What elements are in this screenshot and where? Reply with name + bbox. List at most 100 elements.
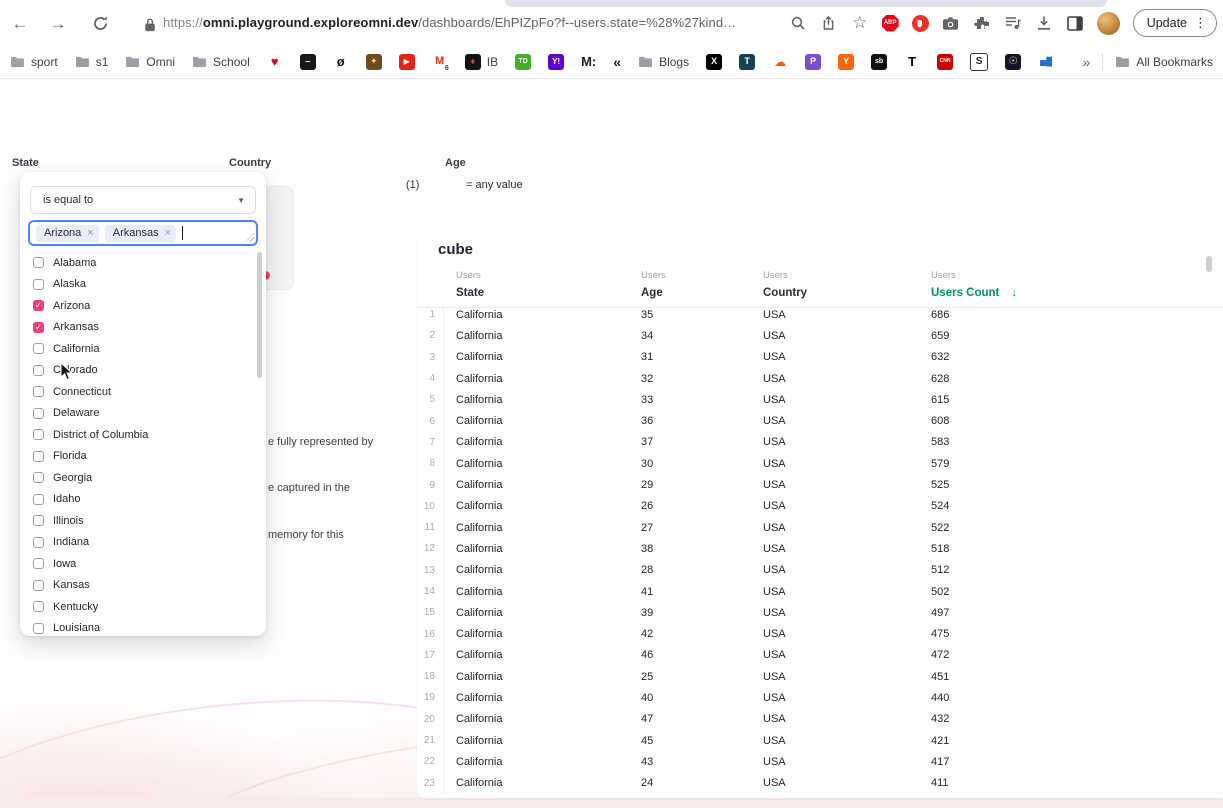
state-option-idaho[interactable]: Idaho <box>20 489 266 511</box>
planet-icon[interactable]: ☉ <box>1005 53 1022 70</box>
forward-icon[interactable]: → <box>48 13 68 33</box>
checkbox-unchecked[interactable] <box>33 364 44 376</box>
download-icon[interactable] <box>1035 14 1053 32</box>
filter-chip-arkansas[interactable]: Arkansas × <box>104 224 177 242</box>
age-filter-value[interactable]: = any value <box>466 179 523 191</box>
dark-site-icon[interactable]: – <box>299 53 316 70</box>
bookmark-folder-omni[interactable]: Omni <box>125 55 175 69</box>
bookmark-folder-school[interactable]: School <box>192 55 250 69</box>
soundcloud-icon[interactable]: ☁ <box>772 54 788 70</box>
vertical-scrollbar-thumb[interactable] <box>1206 256 1212 272</box>
adblock-plus-icon[interactable]: ABP <box>881 14 899 32</box>
checkbox-unchecked[interactable] <box>33 579 44 591</box>
peloton-icon[interactable]: ø <box>333 54 349 70</box>
playlist-icon[interactable] <box>1004 14 1022 32</box>
cnn-icon[interactable]: CNN <box>937 53 954 70</box>
state-option-florida[interactable]: Florida <box>20 446 266 468</box>
state-option-alabama[interactable]: Alabama <box>20 252 266 274</box>
p-gradient-icon[interactable]: P <box>805 53 822 70</box>
gmail-icon[interactable]: M6 <box>432 54 449 72</box>
filter-chip-arizona[interactable]: Arizona × <box>36 224 99 242</box>
checkbox-unchecked[interactable] <box>33 429 44 441</box>
state-option-colorado[interactable]: Colorado <box>20 360 266 382</box>
chip-remove-icon[interactable]: × <box>87 227 93 239</box>
operator-select[interactable]: is equal to ▼ <box>30 186 256 214</box>
state-option-connecticut[interactable]: Connecticut <box>20 381 266 403</box>
browser-menu-icon[interactable]: ⋮ <box>1194 15 1207 31</box>
checkbox-unchecked[interactable] <box>33 622 44 634</box>
checkbox-unchecked[interactable] <box>33 386 44 398</box>
state-option-district-of-columbia[interactable]: District of Columbia <box>20 424 266 446</box>
state-option-illinois[interactable]: Illinois <box>20 510 266 532</box>
lock-icon[interactable] <box>140 14 160 34</box>
state-values-input[interactable]: Arizona × Arkansas × <box>28 220 258 246</box>
youtube-icon[interactable]: ▶ <box>398 53 415 70</box>
checkbox-unchecked[interactable] <box>33 278 44 290</box>
td-icon[interactable]: TD <box>515 53 532 70</box>
hand-stop-icon[interactable] <box>911 14 929 32</box>
state-option-louisiana[interactable]: Louisiana <box>20 618 266 637</box>
split-view-icon[interactable] <box>1066 14 1084 32</box>
state-option-california[interactable]: California <box>20 338 266 360</box>
update-button[interactable]: Update ⋮ <box>1132 9 1217 37</box>
x-twitter-icon[interactable]: X <box>706 53 723 70</box>
state-option-kentucky[interactable]: Kentucky <box>20 596 266 618</box>
checkbox-unchecked[interactable] <box>33 515 44 527</box>
column-header-state[interactable]: Users State <box>444 270 629 301</box>
list-scrollbar-thumb[interactable] <box>257 252 262 378</box>
chevrons-left-icon[interactable]: « <box>613 54 621 70</box>
resize-handle[interactable] <box>245 233 254 242</box>
bookmarks-overflow-chevron[interactable]: » <box>1083 54 1091 70</box>
checkbox-checked[interactable]: ✓ <box>33 321 44 333</box>
checkbox-unchecked[interactable] <box>33 407 44 419</box>
reload-icon[interactable] <box>90 13 110 33</box>
all-bookmarks[interactable]: All Bookmarks <box>1115 55 1213 69</box>
bookmark-folder-sport[interactable]: sport <box>10 55 58 69</box>
substack-icon[interactable]: S <box>970 52 989 71</box>
address-bar[interactable]: https://omni.playground.exploreomni.dev/… <box>163 15 736 30</box>
state-option-georgia[interactable]: Georgia <box>20 467 266 489</box>
state-option-alaska[interactable]: Alaska <box>20 274 266 296</box>
state-option-indiana[interactable]: Indiana <box>20 532 266 554</box>
crest-icon[interactable]: ✦ <box>365 53 382 70</box>
state-option-delaware[interactable]: Delaware <box>20 403 266 425</box>
state-option-iowa[interactable]: Iowa <box>20 553 266 575</box>
extensions-puzzle-icon[interactable] <box>973 14 991 32</box>
ib-flame-icon[interactable]: ♦ IB <box>464 53 498 70</box>
checkbox-unchecked[interactable] <box>33 472 44 484</box>
column-header-country[interactable]: Users Country <box>751 270 919 301</box>
checkbox-checked[interactable]: ✓ <box>33 300 44 312</box>
hackernews-icon[interactable]: Y <box>838 53 855 70</box>
iheartradio-icon[interactable]: ♥ <box>267 54 283 70</box>
zoom-search-icon[interactable] <box>789 14 807 32</box>
bookmark-folder-blogs[interactable]: Blogs <box>638 55 689 69</box>
browser-toolbar: ← → https://omni.playground.exploreomni.… <box>0 0 1223 45</box>
checkbox-unchecked[interactable] <box>33 558 44 570</box>
teal-t-icon[interactable]: T <box>739 53 756 70</box>
m-colon-bookmark[interactable]: M: <box>581 54 596 69</box>
checkbox-unchecked[interactable] <box>33 343 44 355</box>
chart-bars-icon[interactable]: ▅█ <box>1038 54 1054 70</box>
checkbox-unchecked[interactable] <box>33 493 44 505</box>
state-option-arizona[interactable]: ✓ Arizona <box>20 295 266 317</box>
camera-icon[interactable] <box>942 14 960 32</box>
checkbox-unchecked[interactable] <box>33 257 44 269</box>
browser-profile-avatar[interactable] <box>1096 11 1120 35</box>
column-header-age[interactable]: Users Age <box>629 270 751 301</box>
back-icon[interactable]: ← <box>10 13 30 33</box>
sb-icon[interactable]: sb <box>871 53 888 70</box>
sort-desc-icon[interactable]: ↓ <box>1011 287 1017 299</box>
bookmark-folder-s1[interactable]: s1 <box>75 55 108 69</box>
yahoo-icon[interactable]: Y! <box>548 53 565 70</box>
checkbox-unchecked[interactable] <box>33 450 44 462</box>
row-number: 20 <box>417 708 444 730</box>
bookmark-star-icon[interactable]: ☆ <box>851 13 869 32</box>
state-option-kansas[interactable]: Kansas <box>20 575 266 597</box>
chip-remove-icon[interactable]: × <box>165 227 171 239</box>
state-option-arkansas[interactable]: ✓ Arkansas <box>20 317 266 339</box>
nyt-icon[interactable]: T <box>904 54 920 70</box>
checkbox-unchecked[interactable] <box>33 536 44 548</box>
share-icon[interactable] <box>820 14 838 32</box>
column-header-users-count[interactable]: Users Users Count ↓ <box>919 270 1223 301</box>
checkbox-unchecked[interactable] <box>33 601 44 613</box>
